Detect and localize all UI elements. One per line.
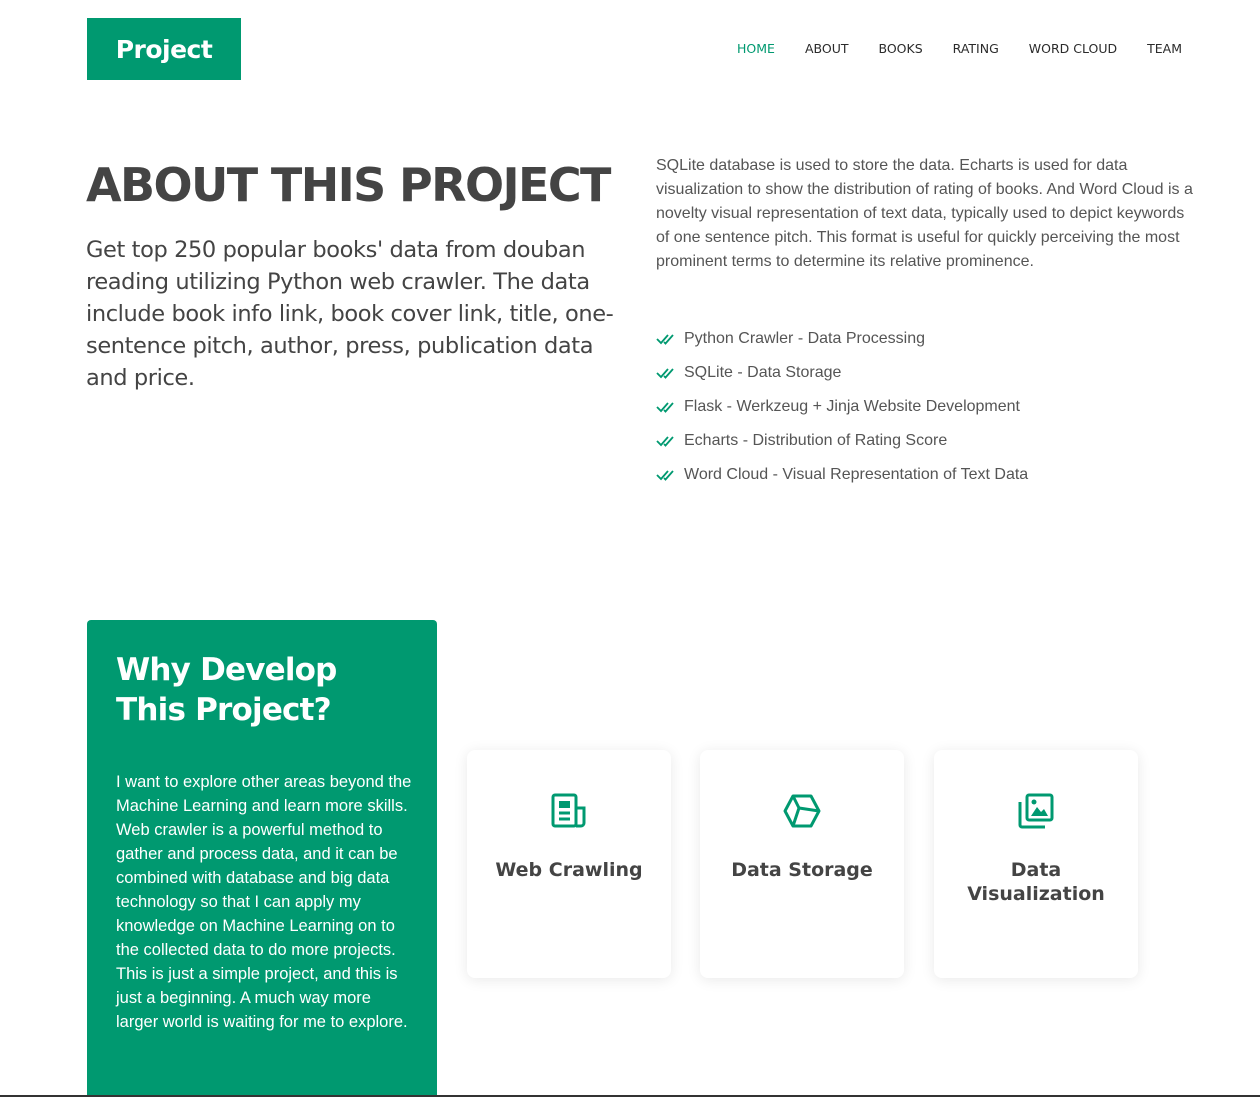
nav-rating[interactable]: RATING <box>953 40 999 58</box>
about-lead: Get top 250 popular books' data from dou… <box>86 237 614 391</box>
card-title: Web Crawling <box>495 859 643 881</box>
feature-label: Word Cloud - Visual Representation of Te… <box>684 466 1029 483</box>
feature-list: Python Crawler - Data Processing SQLite … <box>656 322 1196 492</box>
double-check-icon <box>656 436 674 447</box>
double-check-icon <box>656 334 674 345</box>
site-header: Project HOME ABOUT BOOKS RATING WORD CLO… <box>0 0 1260 98</box>
feature-item: Python Crawler - Data Processing <box>656 322 1196 356</box>
about-title: ABOUT THIS PROJECT <box>86 158 611 212</box>
logo[interactable]: Project <box>87 18 241 80</box>
feature-label: Echarts - Distribution of Rating Score <box>684 432 948 449</box>
feature-label: Python Crawler - Data Processing <box>684 330 925 347</box>
about-description: SQLite database is used to store the dat… <box>656 157 1193 270</box>
images-icon <box>1018 793 1054 829</box>
feature-item: Echarts - Distribution of Rating Score <box>656 424 1196 458</box>
card-data-storage[interactable]: Data Storage <box>700 750 904 978</box>
nav-home[interactable]: HOME <box>737 40 775 58</box>
feature-item: Word Cloud - Visual Representation of Te… <box>656 458 1196 492</box>
main-nav: HOME ABOUT BOOKS RATING WORD CLOUD TEAM <box>737 40 1182 58</box>
nav-word-cloud[interactable]: WORD CLOUD <box>1029 40 1117 58</box>
why-text: I want to explore other areas beyond the… <box>116 773 412 1031</box>
cube-icon <box>783 794 821 828</box>
why-title: Why Develop This Project? <box>116 652 337 728</box>
feature-item: Flask - Werkzeug + Jinja Website Develop… <box>656 390 1196 424</box>
newspaper-icon <box>551 793 586 828</box>
nav-about[interactable]: ABOUT <box>805 40 849 58</box>
card-data-visualization[interactable]: Data Visualization <box>934 750 1138 978</box>
double-check-icon <box>656 368 674 379</box>
nav-team[interactable]: TEAM <box>1147 40 1182 58</box>
card-title: Data Visualization <box>967 859 1105 905</box>
feature-item: SQLite - Data Storage <box>656 356 1196 390</box>
feature-label: SQLite - Data Storage <box>684 364 842 381</box>
card-web-crawling[interactable]: Web Crawling <box>467 750 671 978</box>
why-box: Why Develop This Project? I want to expl… <box>87 620 437 1097</box>
card-title: Data Storage <box>731 859 873 881</box>
double-check-icon <box>656 470 674 481</box>
double-check-icon <box>656 402 674 413</box>
feature-label: Flask - Werkzeug + Jinja Website Develop… <box>684 398 1020 415</box>
nav-books[interactable]: BOOKS <box>878 40 922 58</box>
